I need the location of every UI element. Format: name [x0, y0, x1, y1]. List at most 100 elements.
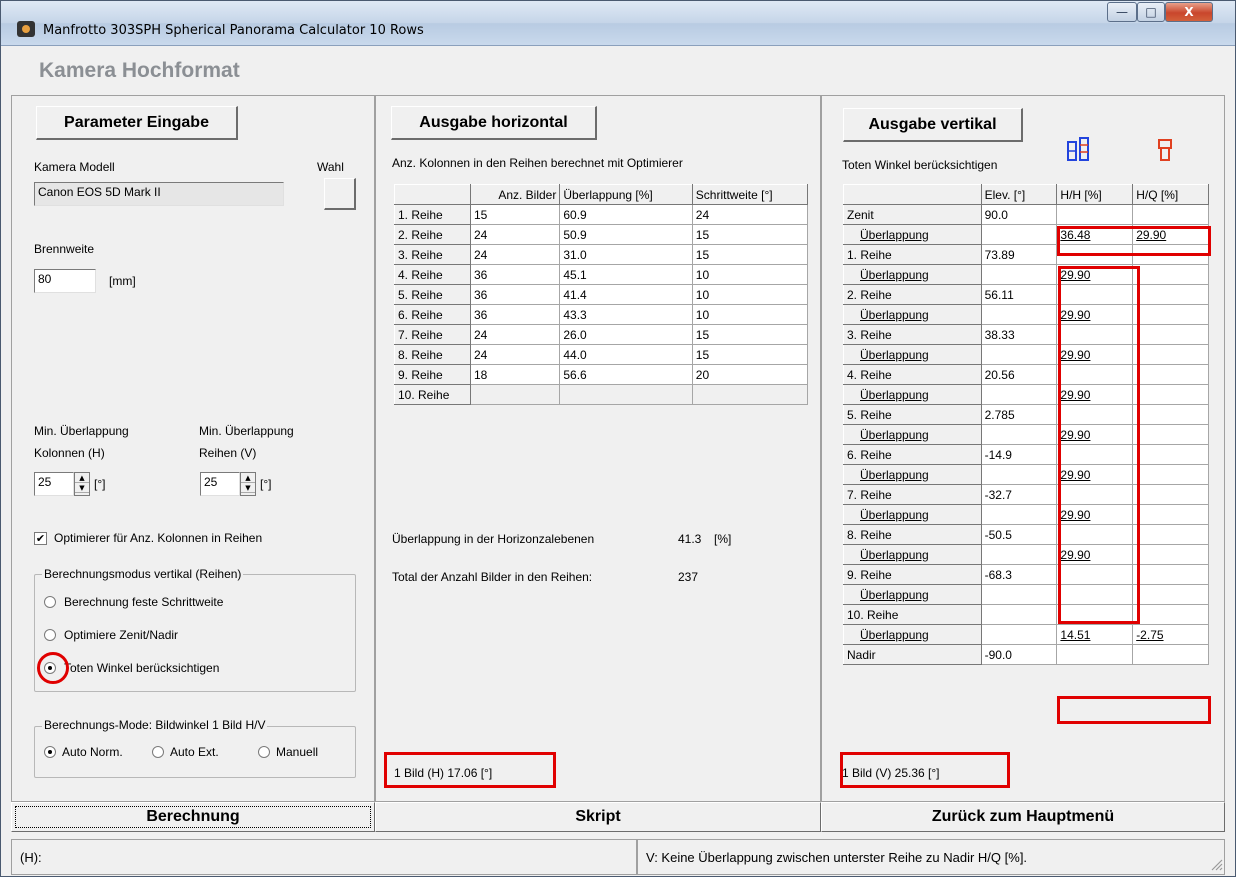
overlap-cell: 45.1	[559, 264, 693, 285]
count-cell: 36	[469, 304, 561, 325]
row-header[interactable]: 6. Reihe	[394, 304, 471, 325]
optimize-zenith-radio[interactable]	[44, 629, 56, 641]
overlap-h-label-2: Kolonnen (H)	[34, 446, 105, 460]
script-button[interactable]: Skript	[375, 802, 821, 832]
hq-cell	[1132, 344, 1209, 365]
elevation-cell	[980, 424, 1058, 445]
hq-cell	[1132, 384, 1209, 405]
row-header[interactable]: 2. Reihe	[394, 224, 471, 245]
highlight-one-image-h	[384, 752, 556, 788]
row-header: 1. Reihe	[843, 244, 982, 265]
hq-cell	[1132, 204, 1209, 225]
row-header[interactable]: 4. Reihe	[394, 264, 471, 285]
column-header-count: Anz. Bilder	[469, 184, 561, 205]
overlap-h-spinner[interactable]: ▲ ▼	[74, 472, 90, 496]
hq-cell	[1132, 544, 1209, 565]
calculate-button[interactable]: Berechnung	[11, 802, 375, 832]
step-cell: 10	[691, 304, 809, 325]
fixed-step-radio[interactable]	[44, 596, 56, 608]
total-images-value: 237	[678, 570, 699, 584]
angle-mode-title: Berechnungs-Mode: Bildwinkel 1 Bild H/V	[42, 718, 268, 732]
spin-up-icon[interactable]: ▲	[241, 473, 255, 483]
auto-norm-radio[interactable]	[44, 746, 56, 758]
optimizer-description: Anz. Kolonnen in den Reihen berechnet mi…	[392, 156, 683, 170]
total-images-label: Total der Anzahl Bilder in den Reihen:	[392, 570, 593, 584]
elevation-cell: 38.33	[980, 324, 1058, 345]
hq-cell	[1132, 264, 1209, 285]
overlap-h-input[interactable]: 25	[34, 472, 74, 496]
back-to-menu-button[interactable]: Zurück zum Hauptmenü	[821, 802, 1225, 832]
overlap-cell: 44.0	[559, 344, 693, 365]
elevation-cell: -14.9	[980, 444, 1058, 465]
elevation-cell	[980, 604, 1058, 625]
horizon-overlap-value: 41.3	[678, 532, 702, 546]
table-row: 4. Reihe 36 45.1 10	[394, 264, 809, 285]
overlap-v-spinner[interactable]: ▲ ▼	[240, 472, 256, 496]
portrait-landscape-icon[interactable]	[1156, 138, 1176, 164]
horizon-overlap-unit: [%]	[714, 532, 732, 546]
optimize-zenith-label: Optimiere Zenit/Nadir	[64, 628, 179, 642]
spin-down-icon[interactable]: ▼	[75, 483, 89, 493]
table-row: 3. Reihe 38.33	[843, 324, 1209, 345]
table-row: 7. Reihe 24 26.0 15	[394, 324, 809, 345]
row-header[interactable]: 1. Reihe	[394, 204, 471, 225]
table-row: Überlappung	[843, 584, 1209, 605]
dead-angle-label: Toten Winkel berücksichtigen	[64, 661, 220, 675]
dead-angle-description: Toten Winkel berücksichtigen	[842, 158, 998, 172]
spin-up-icon[interactable]: ▲	[75, 473, 89, 483]
elevation-cell: 20.56	[980, 364, 1058, 385]
hh-cell	[1056, 204, 1134, 225]
close-button[interactable]: X	[1165, 2, 1213, 22]
row-header: 9. Reihe	[843, 564, 982, 585]
elevation-cell: -68.3	[980, 564, 1058, 585]
minimize-button[interactable]: —	[1107, 2, 1137, 22]
auto-ext-radio[interactable]	[152, 746, 164, 758]
column-header-hq: H/Q [%]	[1132, 184, 1209, 205]
table-row: Überlappung 29.90	[843, 544, 1209, 565]
row-header[interactable]: 5. Reihe	[394, 284, 471, 305]
row-header: Überlappung	[843, 424, 982, 445]
overlap-v-label-2: Reihen (V)	[199, 446, 257, 460]
focal-length-input[interactable]: 80	[34, 269, 96, 293]
table-row: Überlappung 29.90	[843, 344, 1209, 365]
overlap-v-label-1: Min. Überlappung	[199, 424, 294, 438]
row-header: Überlappung	[843, 464, 982, 485]
overlap-v-unit: [°]	[260, 477, 272, 491]
elevation-cell	[980, 304, 1058, 325]
count-cell: 24	[469, 344, 561, 365]
row-header[interactable]: 7. Reihe	[394, 324, 471, 345]
row-header[interactable]: 10. Reihe	[394, 384, 471, 405]
parameter-input-button[interactable]: Parameter Eingabe	[36, 106, 238, 140]
optimizer-label: Optimierer für Anz. Kolonnen in Reihen	[54, 531, 263, 545]
count-cell: 18	[469, 364, 561, 385]
table-row: 10. Reihe	[394, 384, 809, 405]
portrait-portrait-icon[interactable]	[1066, 136, 1102, 164]
focal-length-label: Brennweite	[34, 242, 95, 256]
spin-down-icon[interactable]: ▼	[241, 483, 255, 493]
row-header: Überlappung	[843, 584, 982, 605]
row-header: Überlappung	[843, 504, 982, 525]
optimizer-checkbox[interactable]: ✔	[34, 532, 47, 545]
table-row: 3. Reihe 24 31.0 15	[394, 244, 809, 265]
overlap-v-input[interactable]: 25	[200, 472, 240, 496]
step-cell: 10	[691, 264, 809, 285]
hh-cell: 14.51	[1056, 624, 1134, 645]
row-header[interactable]: 8. Reihe	[394, 344, 471, 365]
step-cell: 24	[691, 204, 809, 225]
overlap-h-label-1: Min. Überlappung	[34, 424, 129, 438]
row-header[interactable]: 9. Reihe	[394, 364, 471, 385]
hq-cell	[1132, 284, 1209, 305]
choose-camera-button[interactable]	[324, 178, 356, 210]
horizontal-output-button[interactable]: Ausgabe horizontal	[391, 106, 597, 140]
highlight-circle	[37, 652, 69, 684]
row-header: Überlappung	[843, 344, 982, 365]
manual-radio[interactable]	[258, 746, 270, 758]
vertical-output-button[interactable]: Ausgabe vertikal	[843, 108, 1023, 142]
hq-cell: -2.75	[1132, 624, 1209, 645]
row-header[interactable]: 3. Reihe	[394, 244, 471, 265]
table-row: Überlappung 29.90	[843, 384, 1209, 405]
maximize-button[interactable]: □	[1137, 2, 1165, 22]
resize-grip-icon[interactable]	[1209, 857, 1223, 871]
overlap-h-unit: [°]	[94, 477, 106, 491]
row-header: Überlappung	[843, 624, 982, 645]
